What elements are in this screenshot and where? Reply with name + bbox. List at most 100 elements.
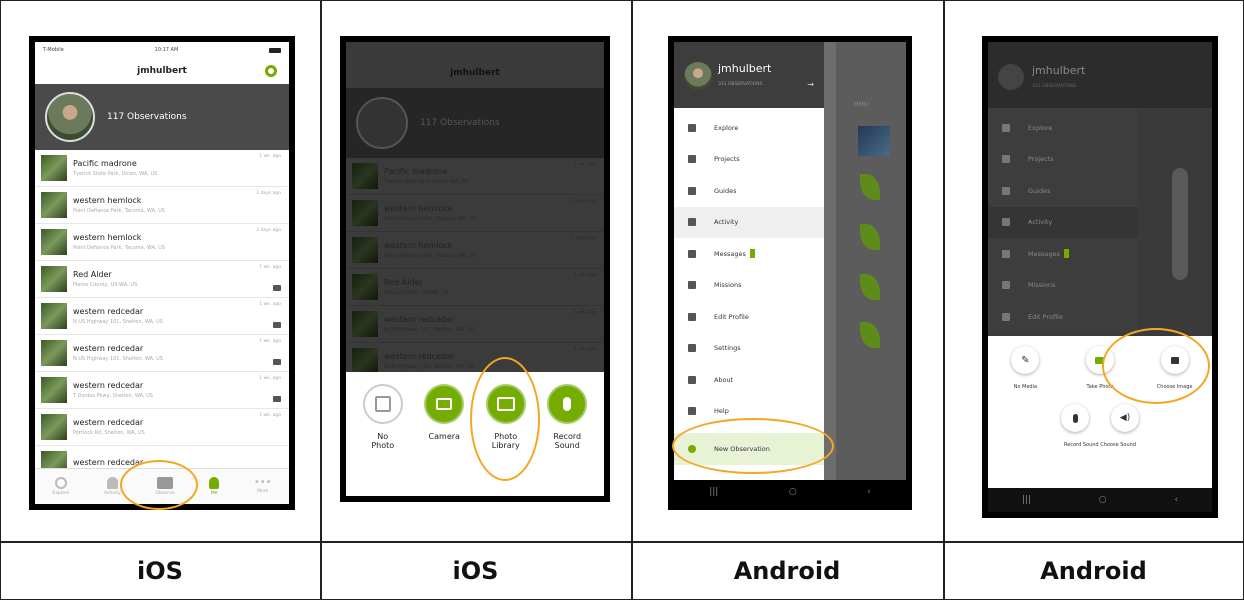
observation-time: 2 days ago <box>571 199 596 204</box>
observation-thumbnail <box>352 274 378 300</box>
observation-time: 2 days ago <box>571 236 596 241</box>
list-item[interactable]: western redcedar N US Highway 101, Shelto… <box>35 335 289 372</box>
bell-icon <box>106 477 118 489</box>
list-item[interactable]: western redcedar Portlock Rd, Shelton, WA… <box>35 409 289 446</box>
record-sound-option[interactable]: Record Sound <box>539 384 595 450</box>
observation-place: N US Highway 101, Shelton, WA, US <box>73 319 163 325</box>
unread-badge <box>749 249 755 259</box>
scroll-handle[interactable] <box>1172 168 1188 280</box>
observation-place: Pierce County, US-WA, US <box>73 282 138 288</box>
recents-icon[interactable]: ||| <box>1022 495 1031 505</box>
tab-more[interactable]: ••• More <box>254 478 272 495</box>
drawer-item-messages[interactable]: Messages <box>674 238 824 270</box>
arrow-right-icon[interactable]: → <box>807 80 814 89</box>
list-item[interactable]: western hemlock Point Defiance Park, Taco… <box>35 187 289 224</box>
back-icon[interactable]: ‹ <box>1174 495 1178 505</box>
leaf-icon <box>860 174 880 200</box>
leaf-icon <box>860 322 880 348</box>
observation-time: 1 wk. ago <box>574 273 596 278</box>
menu-icon <box>688 407 696 416</box>
drawer-item-settings[interactable]: Settings <box>674 333 824 365</box>
list-item[interactable]: Pacific madrone Tverick State Park, Union… <box>35 150 289 187</box>
drawer-item-explore[interactable]: Explore <box>674 112 824 144</box>
observation-place: Tverick State Park, Union, WA, US <box>384 179 469 185</box>
microphone-icon[interactable] <box>1061 404 1089 432</box>
home-icon[interactable]: ○ <box>1099 495 1107 505</box>
camera-option[interactable]: Camera <box>416 384 472 450</box>
observation-place: Tverick State Park, Union, WA, US <box>73 171 158 177</box>
drawer-item-label: Explore <box>714 123 739 132</box>
list-item[interactable]: Red Alder Pierce County, US-WA, US 1 wk. a… <box>35 261 289 298</box>
drawer-item-label: Activity <box>714 218 739 227</box>
drawer-username: jmhulbert <box>1032 64 1086 77</box>
species-name: western hemlock <box>73 233 142 242</box>
drawer-item-activity: Activity <box>988 206 1138 238</box>
drawer-item-label: Help <box>714 407 729 416</box>
list-item: western hemlock Point Defiance Park, Taco… <box>346 195 604 232</box>
option-label: Camera <box>428 432 460 441</box>
recents-icon[interactable]: ||| <box>709 487 718 497</box>
ios-profile-screen: T-Mobile 10:17 AM jmhulbert 117 Observat… <box>29 36 295 510</box>
observation-place: Point Defiance Park, Tacoma, WA, US <box>384 253 477 259</box>
observation-thumbnail <box>352 311 378 337</box>
drawer-item-about[interactable]: About <box>674 364 824 396</box>
no-media-option[interactable]: ✎ No Media <box>995 346 1055 391</box>
drawer-item-label: Edit Profile <box>1028 312 1063 321</box>
observation-thumbnail <box>41 414 67 440</box>
list-item: Pacific madrone Tverick State Park, Union… <box>346 158 604 195</box>
highlight-observe-tab <box>120 460 198 510</box>
pencil-icon: ✎ <box>1011 346 1039 374</box>
tab-label: Activity <box>104 491 121 496</box>
observation-time: 2 days ago <box>256 228 281 233</box>
speaker-icon[interactable]: ◀) <box>1111 404 1139 432</box>
observation-thumbnail <box>352 200 378 226</box>
drawer-item-label: Guides <box>1028 186 1051 195</box>
option-label: No Media <box>1013 384 1038 390</box>
tab-explore[interactable]: Explore <box>52 477 69 496</box>
drawer-item-projects[interactable]: Projects <box>674 144 824 176</box>
pencil-icon <box>362 384 403 424</box>
status-bar: T-Mobile 10:17 AM <box>35 42 289 58</box>
drawer-item-guides[interactable]: Guides <box>674 175 824 207</box>
observation-time: 1 wk. ago <box>259 413 281 418</box>
caption-android: Android <box>733 557 841 585</box>
drawer-item-label: Messages <box>714 249 746 258</box>
observation-place: T Dsrdes Pkwy, Shelton, WA, US <box>73 393 153 399</box>
status-bar <box>346 42 604 58</box>
drawer-observations-count[interactable]: 331 OBSERVATIONS <box>718 82 763 87</box>
avatar[interactable] <box>45 92 95 142</box>
gear-icon[interactable] <box>265 65 277 77</box>
list-item[interactable]: western redcedar T Dsrdes Pkwy, Shelton, … <box>35 372 289 409</box>
species-name: western redcedar <box>73 418 144 427</box>
person-icon <box>209 477 220 489</box>
observation-thumbnail <box>352 348 378 374</box>
home-icon[interactable]: ○ <box>789 487 797 497</box>
observation-place: N US Highway 101, Shelton, WA, US <box>73 356 163 362</box>
drawer-item-label: Activity <box>1028 218 1053 227</box>
camera-icon <box>424 384 465 424</box>
menu-label: MENU <box>854 102 869 108</box>
tab-activity[interactable]: Activity <box>104 477 121 496</box>
no-photo-option[interactable]: No Photo <box>355 384 411 450</box>
drawer-item-missions[interactable]: Missions <box>674 270 824 302</box>
drawer-item-label: About <box>714 375 734 384</box>
avatar[interactable] <box>684 62 712 90</box>
avatar <box>998 64 1024 90</box>
observation-thumbnail <box>41 229 67 255</box>
species-name: western redcedar <box>384 315 455 324</box>
back-icon[interactable]: ‹ <box>867 487 871 497</box>
drawer-item-label: Projects <box>1028 155 1054 164</box>
microphone-icon <box>547 384 588 424</box>
clock-label: 10:17 AM <box>154 47 179 53</box>
tab-me[interactable]: Me <box>209 477 220 496</box>
list-item[interactable]: western hemlock Point Defiance Park, Taco… <box>35 224 289 261</box>
drawer-item-edit-profile[interactable]: Edit Profile <box>674 301 824 333</box>
drawer-item-edit-profile: Edit Profile <box>988 301 1138 333</box>
list-item[interactable]: western redcedar N US Highway 101, Shelto… <box>35 298 289 335</box>
carrier-label: T-Mobile <box>43 47 64 53</box>
column-divider <box>631 0 633 600</box>
option-label: No Photo <box>371 432 395 450</box>
observation-thumbnail <box>352 163 378 189</box>
drawer-item-activity[interactable]: Activity <box>674 206 824 238</box>
android-nav-bar: ||| ○ ‹ <box>988 488 1212 512</box>
